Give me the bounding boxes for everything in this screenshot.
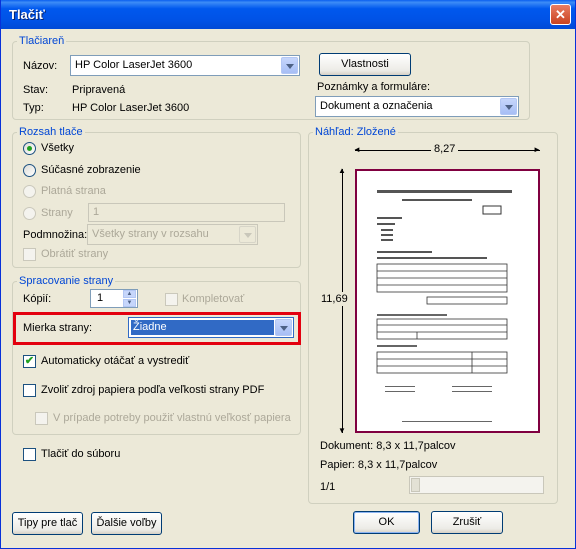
- custom-size-label: V prípade potreby použiť vlastnú veľkosť…: [53, 412, 291, 424]
- cancel-button[interactable]: Zrušiť: [431, 511, 503, 534]
- copies-value: 1: [97, 292, 104, 304]
- ok-button[interactable]: OK: [353, 511, 420, 534]
- reverse-pages-checkbox[interactable]: [23, 248, 36, 261]
- range-all-radio[interactable]: [23, 142, 36, 155]
- choose-source-checkbox[interactable]: [23, 384, 36, 397]
- scaling-select[interactable]: Žiadne: [128, 317, 294, 338]
- printer-name-select[interactable]: HP Color LaserJet 3600: [70, 55, 300, 76]
- range-current-view-radio[interactable]: [23, 164, 36, 177]
- page-counter: 1/1: [320, 481, 336, 493]
- comments-select[interactable]: Dokument a označenia: [315, 96, 519, 117]
- chevron-down-icon[interactable]: [500, 98, 517, 115]
- range-pages-input[interactable]: 1: [88, 203, 285, 222]
- collate-label: Kompletovať: [182, 293, 245, 305]
- chevron-down-icon: [239, 226, 256, 243]
- printer-name-label: Názov:: [23, 60, 58, 72]
- range-current-page-radio[interactable]: [23, 185, 36, 198]
- collate-checkbox[interactable]: [165, 293, 178, 306]
- print-dialog: Tlačiť ✕ Tlačiareň Názov: HP Color Laser…: [0, 0, 576, 549]
- type-label: Typ:: [23, 102, 44, 114]
- chevron-down-icon[interactable]: [275, 319, 292, 336]
- status-value: Pripravená: [72, 84, 126, 96]
- arrow-right-icon: ►: [533, 145, 541, 154]
- print-tips-button[interactable]: Tipy pre tlač: [12, 512, 83, 535]
- printer-name-value: HP Color LaserJet 3600: [75, 59, 193, 71]
- custom-size-checkbox[interactable]: [35, 412, 48, 425]
- subset-label: Podmnožina:: [23, 229, 88, 241]
- autorotate-checkbox[interactable]: ✔: [23, 355, 36, 368]
- page-scrollbar[interactable]: [409, 476, 544, 494]
- comments-value: Dokument a označenia: [320, 100, 433, 112]
- subset-select[interactable]: Všetky strany v rozsahu: [87, 224, 258, 245]
- close-button[interactable]: ✕: [550, 4, 571, 25]
- preview-width: 8,27: [431, 143, 459, 155]
- arrow-left-icon: ◄: [353, 145, 361, 154]
- status-label: Stav:: [23, 84, 49, 96]
- advanced-button[interactable]: Ďalšie voľby: [91, 512, 162, 535]
- scaling-label: Mierka strany:: [23, 322, 93, 334]
- autorotate-label[interactable]: Automaticky otáčať a vystrediť: [41, 355, 189, 367]
- spin-down-icon[interactable]: ▼: [123, 299, 136, 307]
- range-pages-label: Strany: [41, 207, 73, 219]
- range-current-page-label: Platná strana: [41, 185, 106, 197]
- range-pages-radio[interactable]: [23, 207, 36, 220]
- arrow-up-icon: ▲: [338, 166, 346, 175]
- range-all-label[interactable]: Všetky: [41, 142, 74, 154]
- title-bar[interactable]: Tlačiť ✕: [1, 0, 575, 29]
- paper-size: Papier: 8,3 x 11,7palcov: [320, 459, 438, 471]
- preview-height: 11,69: [321, 292, 348, 306]
- window-title: Tlačiť: [9, 7, 45, 22]
- comments-label: Poznámky a formuláre:: [317, 81, 431, 93]
- reverse-pages-label: Obrátiť strany: [41, 248, 109, 260]
- subset-value: Všetky strany v rozsahu: [92, 228, 209, 240]
- printer-legend: Tlačiareň: [19, 35, 65, 47]
- print-to-file-checkbox[interactable]: [23, 448, 36, 461]
- page-thumbnail-graphic: [376, 190, 512, 422]
- copies-stepper[interactable]: 1 ▲ ▼: [90, 289, 138, 308]
- properties-button[interactable]: Vlastnosti: [319, 53, 411, 76]
- choose-source-label[interactable]: Zvoliť zdroj papiera podľa veľkosti stra…: [41, 384, 264, 396]
- type-value: HP Color LaserJet 3600: [72, 102, 190, 114]
- copies-label: Kópií:: [23, 293, 52, 305]
- range-pages-value: 1: [93, 206, 100, 218]
- document-size: Dokument: 8,3 x 11,7palcov: [320, 440, 456, 452]
- preview-legend: Náhľad: Zložené: [315, 126, 396, 138]
- arrow-down-icon: ▼: [338, 426, 346, 435]
- spin-up-icon[interactable]: ▲: [123, 290, 136, 298]
- scaling-value: Žiadne: [133, 321, 167, 333]
- page-handling-legend: Spracovanie strany: [19, 275, 114, 287]
- print-range-legend: Rozsah tlače: [19, 126, 83, 138]
- page-preview: [355, 169, 540, 433]
- range-current-view-label[interactable]: Súčasné zobrazenie: [41, 164, 141, 176]
- chevron-down-icon[interactable]: [281, 57, 298, 74]
- print-to-file-label[interactable]: Tlačiť do súboru: [41, 448, 120, 460]
- page-scrollbar-thumb[interactable]: [411, 478, 420, 492]
